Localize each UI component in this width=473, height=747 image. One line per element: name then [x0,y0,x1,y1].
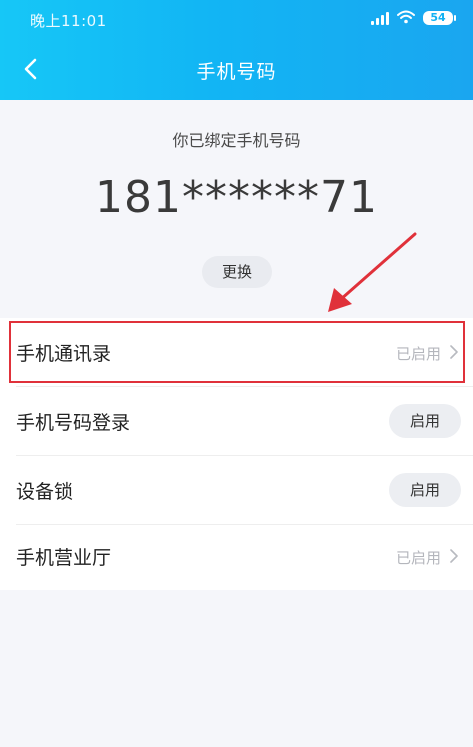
enable-button[interactable]: 启用 [389,473,461,507]
row-label: 手机号码登录 [16,412,131,434]
row-mobile-store[interactable]: 手机营业厅 已启用 [0,522,473,590]
row-contacts[interactable]: 手机通讯录 已启用 [0,318,473,386]
status-bar: 晚上11:01 54 [0,0,473,40]
chevron-right-icon [450,345,458,359]
row-label: 手机营业厅 [16,547,112,569]
page-title: 手机号码 [196,61,277,83]
settings-list: 手机通讯录 已启用 手机号码登录 启用 设备锁 启用 手机营业厅 已启用 [0,318,473,590]
row-label: 手机通讯录 [16,343,112,365]
wifi-icon [397,9,415,28]
status-text: 已启用 [395,549,441,567]
row-device-lock: 设备锁 启用 [0,456,473,524]
row-phone-login: 手机号码登录 启用 [0,387,473,455]
status-icons: 54 [371,9,456,28]
nav-bar: 手机号码 [0,45,473,95]
battery-icon: 54 [423,11,456,25]
phone-number: 181******71 [95,172,378,223]
change-button[interactable]: 更换 [202,256,272,288]
status-time: 晚上11:01 [30,12,107,30]
status-text: 已启用 [395,345,441,363]
bound-phone-section: 你已绑定手机号码 181******71 更换 [0,100,473,310]
bound-caption: 你已绑定手机号码 [172,131,301,150]
header: 晚上11:01 54 手机号码 [0,0,473,100]
enable-button[interactable]: 启用 [389,404,461,438]
chevron-right-icon [450,549,458,563]
row-label: 设备锁 [16,481,74,503]
signal-icon [371,11,389,25]
